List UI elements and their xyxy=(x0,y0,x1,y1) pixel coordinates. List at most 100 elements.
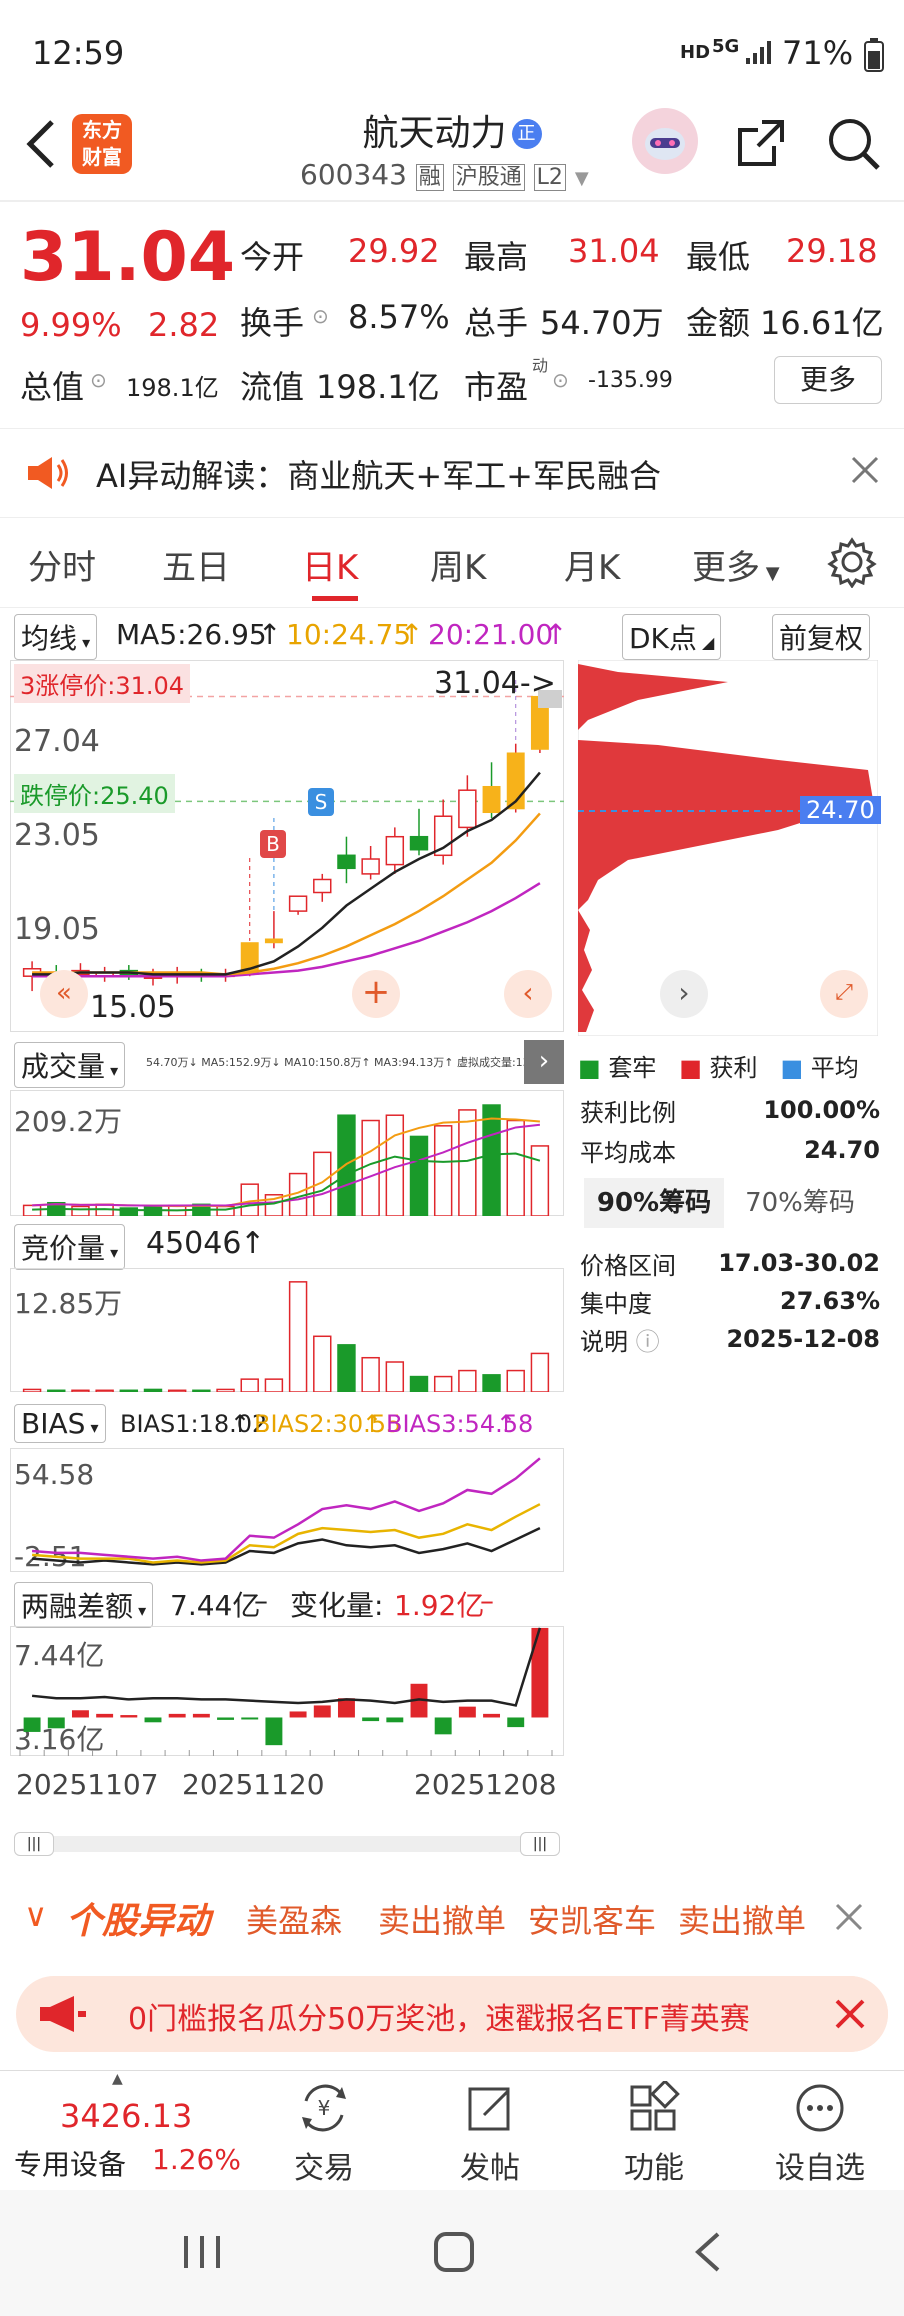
auction-chart[interactable] xyxy=(10,1268,564,1392)
volume-chart[interactable] xyxy=(10,1090,564,1216)
more-button[interactable]: 更多 xyxy=(774,356,882,404)
expand-icon[interactable]: ⤢ xyxy=(820,970,868,1018)
dk-label: DK点 xyxy=(629,622,697,655)
margin-select-label: 两融差额 xyxy=(21,1590,134,1623)
chip-tab-70[interactable]: 70%筹码 xyxy=(730,1178,870,1228)
stat-key: 说明 xyxy=(580,1327,628,1356)
ma-select-label: 均线 xyxy=(21,622,78,655)
search-icon[interactable] xyxy=(826,116,882,172)
chart-scrollbar[interactable]: ||| ||| xyxy=(14,1832,560,1856)
tag-hk-connect: 沪股通 xyxy=(452,164,525,191)
close-icon[interactable] xyxy=(850,455,880,485)
high-value: 31.04 xyxy=(568,232,660,270)
margin-bar xyxy=(531,1627,549,1718)
candle-body xyxy=(288,895,308,912)
ma20-value: 20:21.00 xyxy=(428,618,554,651)
tab-daily[interactable]: 日K xyxy=(302,540,358,589)
bias-select-label: BIAS xyxy=(21,1407,86,1440)
auction-select[interactable]: 竞价量 ▾ xyxy=(14,1224,126,1270)
volume-legend: 54.70万↓ MA5:152.9万↓ MA10:150.8万↑ MA3:94.… xyxy=(146,1056,559,1069)
sell-signal[interactable]: S xyxy=(308,788,334,816)
margin-value: 7.44亿 xyxy=(170,1589,261,1622)
ma-select[interactable]: 均线 ▾ xyxy=(14,614,98,660)
tab-intraday[interactable]: 分时 xyxy=(28,540,96,589)
ma10-value: 10:24.75 xyxy=(286,618,412,651)
stock-alert-ticker[interactable]: ∨ 个股异动 美盈森 卖出撤单 安凯客车 卖出撤单 xyxy=(0,1884,904,1954)
next-icon[interactable]: › xyxy=(660,970,708,1018)
zoom-in-icon[interactable]: + xyxy=(352,970,400,1018)
margin-chart[interactable] xyxy=(10,1626,564,1756)
margin-bar xyxy=(362,1717,380,1722)
tab-five-day[interactable]: 五日 xyxy=(162,540,230,589)
scroll-handle-right[interactable]: ||| xyxy=(520,1832,560,1856)
bias-header: BIAS ▾ BIAS1:18.02 ↑ BIAS2:30.55 ↑ BIAS3… xyxy=(0,1402,570,1444)
ticker-item[interactable]: 安凯客车 xyxy=(528,1896,656,1942)
tab-weekly[interactable]: 周K xyxy=(430,540,486,589)
robot-avatar[interactable] xyxy=(632,108,698,174)
info-icon[interactable]: ⊙ xyxy=(312,304,329,328)
edit-icon xyxy=(468,2087,510,2131)
candle-body xyxy=(361,858,380,875)
info-icon[interactable]: ⓘ xyxy=(636,1328,660,1356)
ai-banner[interactable]: AI异动解读：商业航天+军工+军民融合 xyxy=(0,428,904,518)
close-icon[interactable] xyxy=(834,1902,864,1932)
y-tick-1: 27.04 xyxy=(14,724,100,759)
chevron-down-icon[interactable]: ∨ xyxy=(24,1896,47,1934)
home-icon[interactable] xyxy=(432,2230,476,2274)
index-name[interactable]: 专用设备 xyxy=(14,2143,126,2183)
chip-tab-90[interactable]: 90%筹码 xyxy=(584,1178,724,1228)
nav-add-watchlist[interactable]: 设自选 xyxy=(760,2081,880,2187)
bias-line-2 xyxy=(31,1503,541,1564)
back-nav-icon[interactable] xyxy=(692,2230,724,2274)
margin-select[interactable]: 两融差额 ▾ xyxy=(14,1582,154,1628)
ticker-item[interactable]: 卖出撤单 xyxy=(378,1896,506,1942)
margin-bar xyxy=(217,1717,235,1720)
index-value[interactable]: 3426.13 xyxy=(60,2097,192,2135)
float-label: 流值 xyxy=(240,368,305,406)
share-icon[interactable] xyxy=(734,116,788,170)
info-icon[interactable]: ⊙ xyxy=(90,368,107,392)
info-icon[interactable]: ⊙ xyxy=(552,368,569,392)
tab-monthly[interactable]: 月K xyxy=(564,540,620,589)
svg-text:¥: ¥ xyxy=(318,2096,331,2120)
buy-signal[interactable]: B xyxy=(260,830,286,858)
pe-label: 市盈 xyxy=(464,368,529,406)
dk-select[interactable]: DK点 ◢ xyxy=(622,614,722,660)
ticker-item[interactable]: 美盈森 xyxy=(246,1896,342,1942)
margin-bar xyxy=(458,1706,476,1718)
panel-frame xyxy=(10,1090,564,1216)
margin-change-label: 变化量: xyxy=(290,1589,384,1622)
panel-frame xyxy=(10,1268,564,1392)
auction-bar xyxy=(95,1389,114,1392)
bottom-nav: ▲ 3426.13 专用设备 1.26% ¥ 交易 发帖 功能 设自选 xyxy=(0,2070,904,2190)
bias-chart[interactable] xyxy=(10,1448,564,1572)
nav-post[interactable]: 发帖 xyxy=(430,2081,550,2187)
volume-select[interactable]: 成交量 ▾ xyxy=(14,1042,126,1088)
margin-bar xyxy=(434,1717,452,1735)
more-circle-icon xyxy=(796,2084,844,2132)
settings-icon[interactable] xyxy=(826,536,878,588)
recents-icon[interactable] xyxy=(180,2232,224,2272)
close-icon[interactable] xyxy=(834,1998,866,2030)
nav-functions[interactable]: 功能 xyxy=(594,2081,714,2187)
panel-toggle-icon[interactable]: › xyxy=(524,1040,564,1084)
scroll-handle-left[interactable]: ||| xyxy=(14,1832,54,1856)
rewind-icon[interactable]: « xyxy=(40,970,88,1018)
prev-icon[interactable]: ‹ xyxy=(504,970,552,1018)
promo-banner[interactable]: 0门槛报名瓜分50万奖池，速戳报名ETF菁英赛 xyxy=(16,1976,888,2052)
margin-bar xyxy=(483,1713,501,1718)
tab-more[interactable]: 更多 ▼ xyxy=(692,540,780,589)
period-tabs: 分时 五日 日K 周K 月K 更多 ▼ xyxy=(0,518,904,608)
panel-frame xyxy=(10,1626,564,1756)
grid-icon xyxy=(630,2081,680,2131)
auction-bar xyxy=(361,1356,380,1392)
auction-bar xyxy=(482,1374,501,1392)
ticker-item[interactable]: 卖出撤单 xyxy=(678,1896,806,1942)
auction-select-label: 竞价量 xyxy=(21,1232,106,1265)
margin-bar xyxy=(192,1713,210,1718)
dropdown-icon[interactable]: ▼ xyxy=(575,168,589,189)
nav-trade[interactable]: ¥ 交易 xyxy=(264,2081,384,2187)
bias-select[interactable]: BIAS ▾ xyxy=(14,1404,106,1443)
adjust-select[interactable]: 前复权 xyxy=(772,614,871,660)
margin-bar xyxy=(265,1717,283,1746)
